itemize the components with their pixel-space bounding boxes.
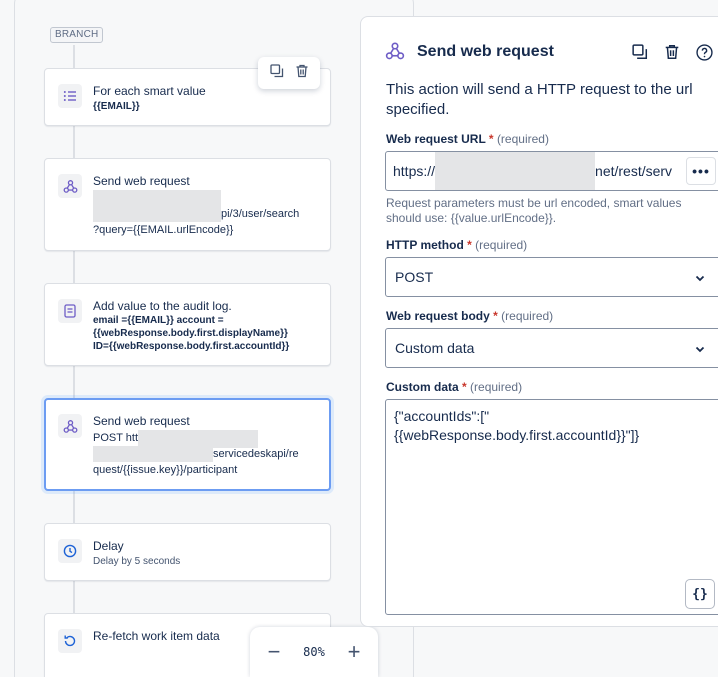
node-floating-toolbar <box>258 57 320 89</box>
node-body-line: ID={{webResponse.body.first.accountId}} <box>93 341 290 352</box>
trash-icon[interactable] <box>661 41 683 63</box>
action-config-panel: Send web request This action will send a… <box>360 16 718 627</box>
trash-icon[interactable] <box>295 64 309 83</box>
panel-description: This action will send a HTTP request to … <box>386 81 693 118</box>
node-subtitle: Delay by 5 seconds <box>93 556 181 567</box>
panel-title: Send web request <box>417 43 554 60</box>
duplicate-icon[interactable] <box>629 41 651 63</box>
zoom-control: − 80% + <box>250 627 378 677</box>
node-body-line: {{webResponse.body.first.displayName}} <box>93 328 288 339</box>
request-body-select[interactable]: Custom data <box>385 328 718 368</box>
http-method-select[interactable]: POST <box>385 257 718 297</box>
node-body-line: servicedeskapi/re <box>93 446 319 462</box>
node-body-line: pi/3/user/search <box>93 206 320 222</box>
chevron-down-icon <box>694 271 706 287</box>
node-audit-log[interactable]: Add value to the audit log. email ={{EMA… <box>44 283 331 366</box>
method-label: HTTP method * (required) <box>386 238 528 252</box>
panel-toolbar <box>629 41 715 63</box>
smart-value-button[interactable]: {} <box>685 579 715 609</box>
node-body-line: ?query={{EMAIL.urlEncode}} <box>93 224 234 236</box>
node-title: Send web request <box>93 414 190 428</box>
node-redacted-text <box>93 190 320 208</box>
zoom-out-button[interactable]: − <box>264 641 284 663</box>
node-send-web-request-participant[interactable]: Send web request POST htt servicedeskapi… <box>44 398 331 491</box>
duplicate-icon[interactable] <box>269 63 284 83</box>
node-body-line: email ={{EMAIL}} account = <box>93 315 224 326</box>
webhook-icon <box>58 414 82 438</box>
webhook-icon <box>385 41 405 61</box>
node-title: Add value to the audit log. <box>93 299 232 313</box>
node-title: Delay <box>93 539 124 553</box>
custom-data-textarea[interactable]: {"accountIds":[" {{webResponse.body.firs… <box>385 399 718 615</box>
more-options-button[interactable]: ••• <box>686 157 716 185</box>
refresh-icon <box>58 629 82 653</box>
list-icon <box>58 84 82 108</box>
zoom-level: 80% <box>303 645 325 659</box>
help-icon[interactable] <box>693 41 715 63</box>
zoom-in-button[interactable]: + <box>344 641 364 663</box>
node-send-web-request-search[interactable]: Send web request pi/3/user/search ?query… <box>44 158 331 251</box>
url-label: Web request URL * (required) <box>386 132 549 146</box>
automation-canvas: BRANCH For each smart value {{EMAIL}} Se… <box>0 0 414 677</box>
branch-badge: BRANCH <box>50 27 104 43</box>
url-helper-text: Request parameters must be url encoded, … <box>386 196 682 225</box>
document-icon <box>58 299 82 323</box>
chevron-down-icon <box>694 342 706 358</box>
webhook-icon <box>58 174 82 198</box>
clock-icon <box>58 539 82 563</box>
node-subtitle: {{EMAIL}} <box>93 101 140 112</box>
body-label: Web request body * (required) <box>386 309 554 323</box>
node-title: Send web request <box>93 174 190 188</box>
url-input[interactable]: https://net/rest/serv ••• <box>385 151 718 191</box>
custom-data-label: Custom data * (required) <box>386 380 523 394</box>
node-delay[interactable]: Delay Delay by 5 seconds <box>44 523 331 581</box>
node-body-line: quest/{{issue.key}}/participant <box>93 464 238 476</box>
